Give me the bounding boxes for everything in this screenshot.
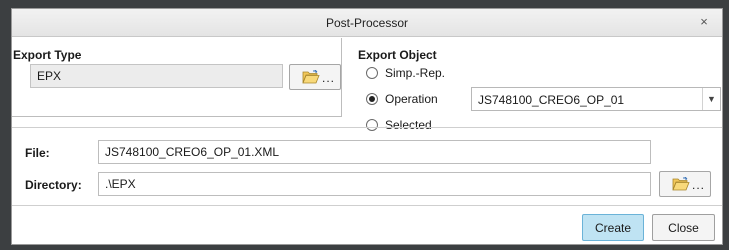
browse-dots: ... — [322, 71, 336, 85]
title-bar: Post-Processor × — [12, 9, 722, 37]
folder-open-icon — [302, 70, 320, 84]
divider — [12, 127, 722, 128]
export-type-browse-button[interactable]: ... — [289, 64, 341, 90]
radio-button[interactable] — [366, 93, 378, 105]
directory-browse-button[interactable]: ... — [659, 171, 711, 197]
directory-label: Directory: — [25, 178, 82, 192]
radio-button[interactable] — [366, 119, 378, 131]
close-button[interactable]: Close — [652, 214, 715, 241]
radio-label: Selected — [385, 118, 432, 132]
export-object-panel: Export Object Simp.-Rep. Operation Selec… — [346, 38, 723, 132]
radio-operation[interactable]: Operation — [366, 91, 438, 107]
radio-label: Operation — [385, 92, 438, 106]
file-label: File: — [25, 146, 50, 160]
radio-label: Simp.-Rep. — [385, 66, 446, 80]
post-processor-dialog: Post-Processor × Export Type EPX ... Exp… — [11, 8, 723, 245]
folder-open-icon — [672, 177, 690, 191]
radio-simp-rep[interactable]: Simp.-Rep. — [366, 65, 445, 81]
radio-selected[interactable]: Selected — [366, 117, 432, 133]
radio-button[interactable] — [366, 67, 378, 79]
directory-input[interactable]: .\EPX — [98, 172, 651, 196]
chevron-down-icon[interactable]: ▼ — [702, 88, 720, 110]
export-object-label: Export Object — [358, 48, 437, 62]
browse-dots: ... — [692, 178, 706, 192]
close-icon[interactable]: × — [696, 14, 712, 30]
export-type-field: EPX — [30, 64, 283, 88]
operation-select-value: JS748100_CREO6_OP_01 — [478, 93, 625, 107]
operation-select[interactable]: JS748100_CREO6_OP_01 ▼ — [471, 87, 721, 111]
dialog-title: Post-Processor — [325, 16, 409, 30]
export-type-label: Export Type — [13, 48, 82, 62]
create-button[interactable]: Create — [582, 214, 644, 241]
export-type-panel: Export Type EPX ... — [12, 38, 342, 117]
file-input[interactable]: JS748100_CREO6_OP_01.XML — [98, 140, 651, 164]
divider — [12, 205, 722, 206]
